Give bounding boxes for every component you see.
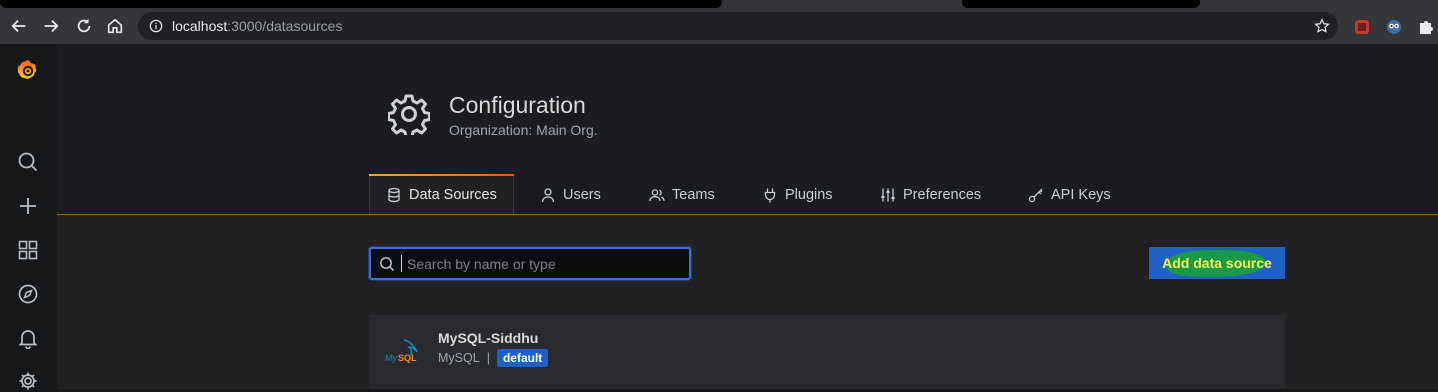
main-content: Configuration Organization: Main Org. Da… (57, 44, 1438, 389)
tab-label: Users (563, 186, 601, 203)
key-icon (1028, 188, 1043, 202)
plug-icon (764, 188, 776, 202)
compass-icon (18, 284, 38, 304)
arrow-right-icon (44, 19, 59, 33)
datasource-card[interactable]: My SQL MySQL-Siddhu MySQL | default (369, 315, 1285, 389)
reload-button[interactable] (73, 15, 95, 37)
text-caret (401, 255, 402, 272)
create-icon (20, 198, 36, 214)
tab-label: API Keys (1051, 186, 1111, 203)
search-box[interactable] (369, 247, 691, 280)
home-icon (107, 18, 123, 34)
bell-icon (18, 330, 38, 349)
tab-label: Plugins (785, 186, 833, 203)
grid-icon (18, 240, 38, 260)
add-data-source-button[interactable]: Add data source (1149, 247, 1285, 279)
browser-tab[interactable] (0, 0, 722, 8)
search-input[interactable] (407, 249, 689, 278)
tab-api-keys[interactable]: API Keys (1012, 174, 1127, 215)
tab-label: Teams (672, 186, 715, 203)
puzzle-icon[interactable] (1417, 18, 1435, 36)
alerting-icon[interactable] (17, 327, 39, 349)
page-subtitle: Organization: Main Org. (449, 122, 598, 138)
url-host: localhost (172, 18, 228, 34)
magnifier-icon (18, 152, 38, 172)
grafana-logo-icon (17, 60, 37, 79)
datasource-meta: MySQL | default (438, 349, 549, 367)
sliders-icon (881, 188, 895, 201)
user-icon (541, 187, 555, 202)
side-menu (0, 44, 57, 390)
url-path: :3000/datasources (227, 18, 343, 34)
tab-divider (57, 214, 1438, 215)
svg-text:My: My (385, 353, 397, 363)
page-header: Configuration Organization: Main Org. Da… (57, 44, 1438, 215)
dashboards-icon[interactable] (17, 239, 39, 261)
datasource-type: MySQL (438, 351, 480, 365)
datasource-name: MySQL-Siddhu (438, 330, 539, 346)
browser-tab-strip (0, 0, 1438, 8)
extension-icon[interactable] (1353, 18, 1371, 36)
tab-users[interactable]: Users (524, 174, 617, 215)
arrow-left-icon (11, 19, 26, 33)
tab-plugins[interactable]: Plugins (746, 174, 849, 215)
browser-tab[interactable] (962, 0, 1200, 8)
browser-toolbar: localhost:3000/datasources (0, 8, 1438, 44)
users-icon (649, 188, 665, 201)
star-icon[interactable] (1314, 18, 1330, 34)
search-icon[interactable] (17, 151, 39, 173)
page-title: Configuration (449, 92, 586, 118)
database-icon (388, 187, 400, 203)
tab-label: Data Sources (409, 187, 497, 203)
plus-icon[interactable] (17, 195, 39, 217)
meta-separator: | (486, 351, 490, 365)
address-bar[interactable]: localhost:3000/datasources (138, 12, 1338, 40)
tab-data-sources[interactable]: Data Sources (369, 174, 514, 215)
grafana-logo[interactable] (16, 58, 40, 84)
extension-owl-icon[interactable] (1385, 18, 1403, 36)
explore-icon[interactable] (17, 283, 39, 305)
info-icon (149, 19, 163, 33)
tab-teams[interactable]: Teams (633, 174, 731, 215)
default-badge: default (496, 349, 549, 367)
url-text: localhost:3000/datasources (172, 18, 342, 34)
cog-icon (388, 94, 430, 135)
home-button[interactable] (104, 15, 126, 37)
add-data-source-label: Add data source (1162, 255, 1272, 271)
search-icon (380, 256, 394, 271)
tab-label: Preferences (903, 186, 982, 203)
back-button[interactable] (8, 15, 30, 37)
reload-icon (77, 18, 91, 33)
tab-preferences[interactable]: Preferences (864, 174, 997, 215)
svg-text:SQL: SQL (398, 353, 417, 363)
mysql-logo: My SQL (385, 339, 418, 363)
forward-button[interactable] (40, 15, 62, 37)
